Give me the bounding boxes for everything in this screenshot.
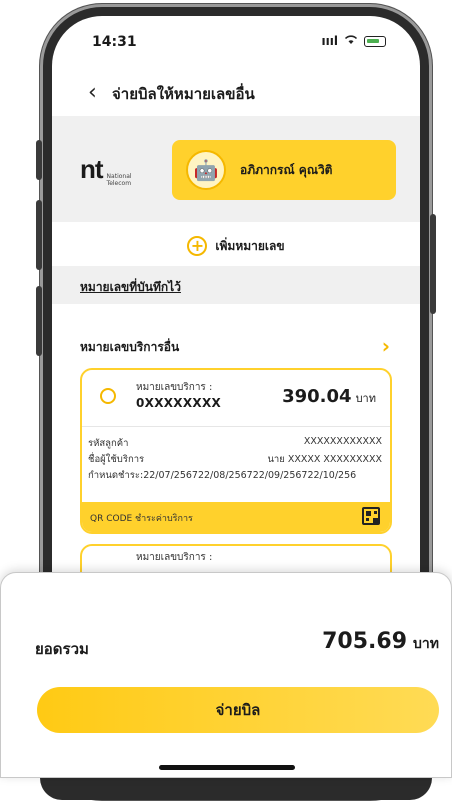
nt-logo: nt National Telecom (80, 154, 132, 187)
saved-numbers-title[interactable]: หมายเลขที่บันทึกไว้ (80, 278, 181, 297)
radio-button[interactable] (100, 388, 116, 404)
signal-icon: ıııl (321, 34, 338, 48)
service-number-label: หมายเลขบริการ : (136, 552, 213, 563)
total-amount-value: 705.69 (322, 629, 408, 654)
due-date-row: กำหนดชำระ:22/07/256722/08/256722/09/2567… (88, 468, 382, 483)
plus-circle-icon: + (187, 236, 208, 256)
bill-amount-unit: บาท (355, 392, 376, 405)
user-name-label: ชื่อผู้ใช้บริการ (88, 454, 145, 465)
status-icons: ıııl (322, 34, 386, 48)
customer-id-label: รหัสลูกค้า (88, 438, 129, 449)
battery-icon (364, 35, 386, 47)
other-services-title: หมายเลขบริการอื่น (80, 340, 180, 354)
back-icon[interactable]: ‹ (88, 80, 97, 105)
customer-id-row: รหัสลูกค้า XXXXXXXXXXXX (88, 436, 382, 451)
page-header: ‹ จ่ายบิลให้หมายเลขอื่น (52, 74, 420, 108)
add-number-button[interactable]: + เพิ่มหมายเลข (52, 226, 420, 266)
qr-payment-bar[interactable]: QR CODE ชำระค่าบริการ (82, 502, 390, 532)
robot-icon: 🤖 (186, 150, 226, 190)
bill-card[interactable]: หมายเลขบริการ : 0XXXXXXXX 390.04 บาท รหั… (80, 368, 392, 534)
pay-bill-button[interactable]: จ่ายบิล (37, 687, 439, 733)
wifi-icon (344, 34, 358, 48)
divider (82, 426, 390, 427)
side-button (36, 140, 42, 180)
home-indicator (159, 765, 295, 770)
nt-logo-mark: nt (80, 154, 104, 184)
phone-frame-bottom (40, 778, 432, 800)
volume-up-button (36, 200, 42, 270)
service-number-label: หมายเลขบริการ : (136, 382, 213, 393)
provider-section: nt National Telecom 🤖 อภิภากรณ์ คุณวิติ (52, 116, 420, 222)
payment-summary-sheet: ยอดรวม 705.69 บาท จ่ายบิล (0, 572, 452, 778)
status-time: 14:31 (92, 34, 137, 50)
page-title: จ่ายบิลให้หมายเลขอื่น (112, 85, 255, 103)
other-services-row[interactable]: หมายเลขบริการอื่น › (52, 334, 420, 364)
selected-device-card[interactable]: 🤖 อภิภากรณ์ คุณวิติ (172, 140, 396, 200)
power-button (430, 214, 436, 314)
total-amount: 705.69 บาท (322, 629, 439, 655)
user-name-value: นาย XXXXX XXXXXXXXX (267, 454, 382, 465)
volume-down-button (36, 286, 42, 356)
qr-code-icon[interactable] (362, 507, 380, 525)
saved-numbers-section: หมายเลขที่บันทึกไว้ (52, 266, 420, 304)
user-name-row: ชื่อผู้ใช้บริการ นาย XXXXX XXXXXXXXX (88, 452, 382, 467)
status-bar: 14:31 ıııl (52, 16, 420, 62)
nt-logo-subtitle: National Telecom (106, 173, 132, 187)
service-number: 0XXXXXXXX (136, 396, 222, 410)
bill-amount: 390.04 บาท (282, 386, 376, 407)
bill-amount-value: 390.04 (282, 386, 352, 407)
add-number-label: เพิ่มหมายเลข (215, 238, 285, 253)
total-amount-unit: บาท (413, 636, 439, 652)
customer-id-value: XXXXXXXXXXXX (303, 436, 382, 447)
chevron-right-icon[interactable]: › (382, 334, 390, 358)
due-date-text: กำหนดชำระ:22/07/256722/08/256722/09/2567… (88, 470, 357, 481)
total-label: ยอดรวม (35, 640, 89, 658)
qr-payment-label: QR CODE ชำระค่าบริการ (90, 514, 193, 524)
device-name: อภิภากรณ์ คุณวิติ (240, 162, 333, 177)
